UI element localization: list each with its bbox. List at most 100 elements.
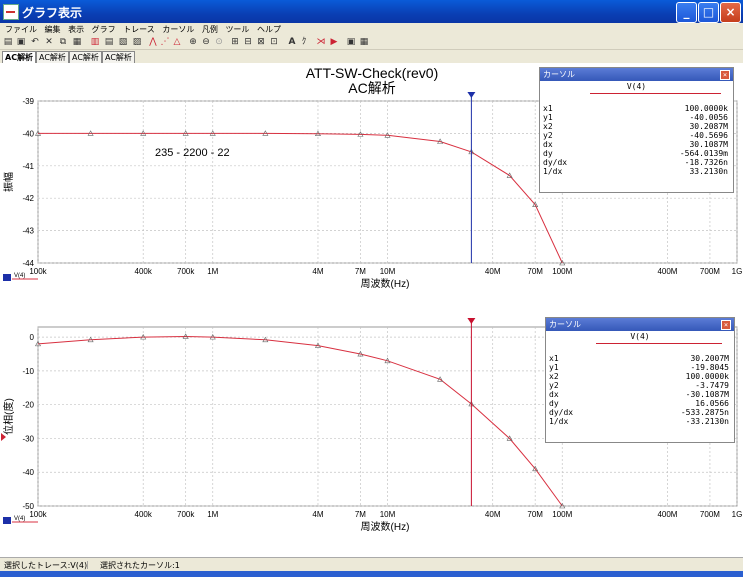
split-icon[interactable]: ▤ [104,37,114,47]
x-tick-label: 40M [485,267,501,276]
x-tick-label: 40M [485,510,501,519]
cursor-handle-icon [467,318,476,324]
cursor-next-icon[interactable]: ⊠ [256,37,266,47]
cursor-panel-2-row: y2 -3.7479 [546,381,734,390]
tab-ac-1[interactable]: AC解析 [2,51,37,63]
cursor-panel-1-row: y1 -40.0056 [540,113,733,122]
minimize-button[interactable]: _ [676,2,697,23]
label-icon[interactable]: ｸ [299,37,309,47]
cursor-peak-icon[interactable]: ⊟ [243,37,253,47]
print-icon[interactable]: ▣ [346,37,356,47]
menu-cursor[interactable]: カーソル [162,23,194,36]
menu-edit[interactable]: 編集 [45,23,61,36]
cursor-panel-1-trace: V(4) [626,82,647,91]
cursor-panel-1-close-icon[interactable]: × [720,70,730,80]
menu-bar: ファイル 編集 表示 グラフ トレース カーソル 凡例 ツール ヘルプ [0,23,743,36]
x-tick-label: 400k [135,510,153,519]
cursor-panel-2-value: -33.2130n [685,417,729,426]
x-tick-label: 10M [380,510,396,519]
marker-icon[interactable]: ⋊ [316,37,326,47]
menu-trace[interactable]: トレース [123,23,155,36]
cursor-panel-2-key: 1/dx [549,417,569,426]
cursor-panel-1-rows: x1 100.0000k y1 -40.0056 x2 30.2087M y2 -40.569… [540,104,733,176]
zoom-in-icon[interactable]: ⊕ [188,37,198,47]
cursor-panel-1-key: dx [543,140,553,149]
paste-icon[interactable]: ▦ [72,37,82,47]
copy-icon[interactable]: ⧉ [58,37,68,47]
legend-label: V(4) [14,516,25,522]
cursor-panel-2-key: x1 [549,354,559,363]
legend-swatch-icon [3,517,11,524]
zoom-out-icon[interactable]: ⊖ [201,37,211,47]
tab-ac-2[interactable]: AC解析 [36,51,69,63]
x-tick-label: 1M [207,267,218,276]
cursor-prev-icon[interactable]: ⊡ [269,37,279,47]
cursor-panel-2-value: -30.1087M [685,390,729,399]
tab-bar: AC解析 AC解析 AC解析 AC解析 [0,50,743,63]
pointer-icon[interactable]: ▶ [329,37,339,47]
cursor-panel-1-key: dy/dx [543,158,568,167]
save-icon[interactable]: ▣ [16,37,26,47]
cursor-panel-1-value: 30.2087M [689,122,728,131]
status-selected-cursor: 選択されたカーソル:1 [100,561,180,570]
x-tick-label: 1G [732,510,743,519]
x-tick-label: 400M [657,267,677,276]
cursor-panel-2-key: dy [549,399,559,408]
cursor-panel-2-row: 1/dx -33.2130n [546,417,734,426]
menu-view[interactable]: 表示 [68,23,84,36]
cursor-panel-2-value: -3.7479 [695,381,729,390]
menu-legend[interactable]: 凡例 [202,23,218,36]
zoom-fit-icon[interactable]: ⊙ [214,37,224,47]
y-tick-label: -40 [22,129,34,138]
delete-icon[interactable]: ✕ [44,37,54,47]
cursor-panel-1-value: -40.5696 [689,131,728,140]
x-tick-label: 400M [657,510,677,519]
cursor-panel-1-value: 33.2130n [689,167,728,176]
x-tick-label: 100k [29,267,47,276]
x-tick-label: 100M [552,510,572,519]
y-tick-label: -30 [22,434,34,443]
x-tick-label: 10M [380,267,396,276]
cursor-panel-1-row: x2 30.2087M [540,122,733,131]
status-divider: | [86,560,89,569]
text-icon[interactable]: A [287,37,297,47]
x-tick-label: 70M [527,510,543,519]
layout-icon[interactable]: ▧ [118,37,128,47]
trace-points-icon[interactable]: ⋰ [160,37,170,47]
status-selected-trace: 選択したトレース:V(4) [4,561,88,570]
cursor-panel-1-key: y2 [543,131,553,140]
title-bar: グラフ表示 _ □ × [0,0,743,23]
cursor-panel-2[interactable]: カーソル × V(4) x1 30.2007M y1 -19.8045 x2 100.00… [545,317,735,443]
cursor-panel-1-row: 1/dx 33.2130n [540,167,733,176]
cursor-panel-2-trace: V(4) [630,332,650,341]
undo-icon[interactable]: ↶ [30,37,40,47]
cursor-panel-1[interactable]: カーソル × V(4) x1 100.0000k y1 -40.0056 x2 30.20… [539,67,734,193]
y-tick-label: -44 [22,259,34,268]
cursor-panel-1-value: -40.0056 [689,113,728,122]
cursor-panel-1-value: -564.0139m [679,149,728,158]
y-tick-label: -42 [22,194,34,203]
grid-icon[interactable]: ▥ [90,37,100,47]
menu-graph[interactable]: グラフ [92,23,116,36]
export-icon[interactable]: ▦ [359,37,369,47]
cursor-panel-2-key: y2 [549,381,559,390]
menu-file[interactable]: ファイル [5,23,37,36]
menu-tools[interactable]: ツール [225,23,249,36]
cursor-panel-1-key: dy [543,149,553,158]
menu-help[interactable]: ヘルプ [257,23,281,36]
cursor-panel-2-row: x1 30.2007M [546,354,734,363]
maximize-button[interactable]: □ [698,2,719,23]
cursor-panel-1-row: dy -564.0139m [540,149,733,158]
close-button[interactable]: × [720,2,741,23]
trace-markers-icon[interactable]: △ [172,37,182,47]
cursor-panel-2-close-icon[interactable]: × [721,320,731,330]
tab-ac-3[interactable]: AC解析 [69,51,102,63]
log-scale-icon[interactable]: ▨ [132,37,142,47]
cursor-panel-2-rows: x1 30.2007M y1 -19.8045 x2 100.0000k y2 -3.7479… [546,354,734,426]
tab-ac-4[interactable]: AC解析 [102,51,135,63]
y-tick-label: -10 [22,367,34,376]
cursor-panel-2-value: -533.2875n [680,408,729,417]
cursor-icon[interactable]: ⊞ [230,37,240,47]
trace-line-icon[interactable]: ⋀ [148,37,158,47]
new-icon[interactable]: ▤ [3,37,13,47]
